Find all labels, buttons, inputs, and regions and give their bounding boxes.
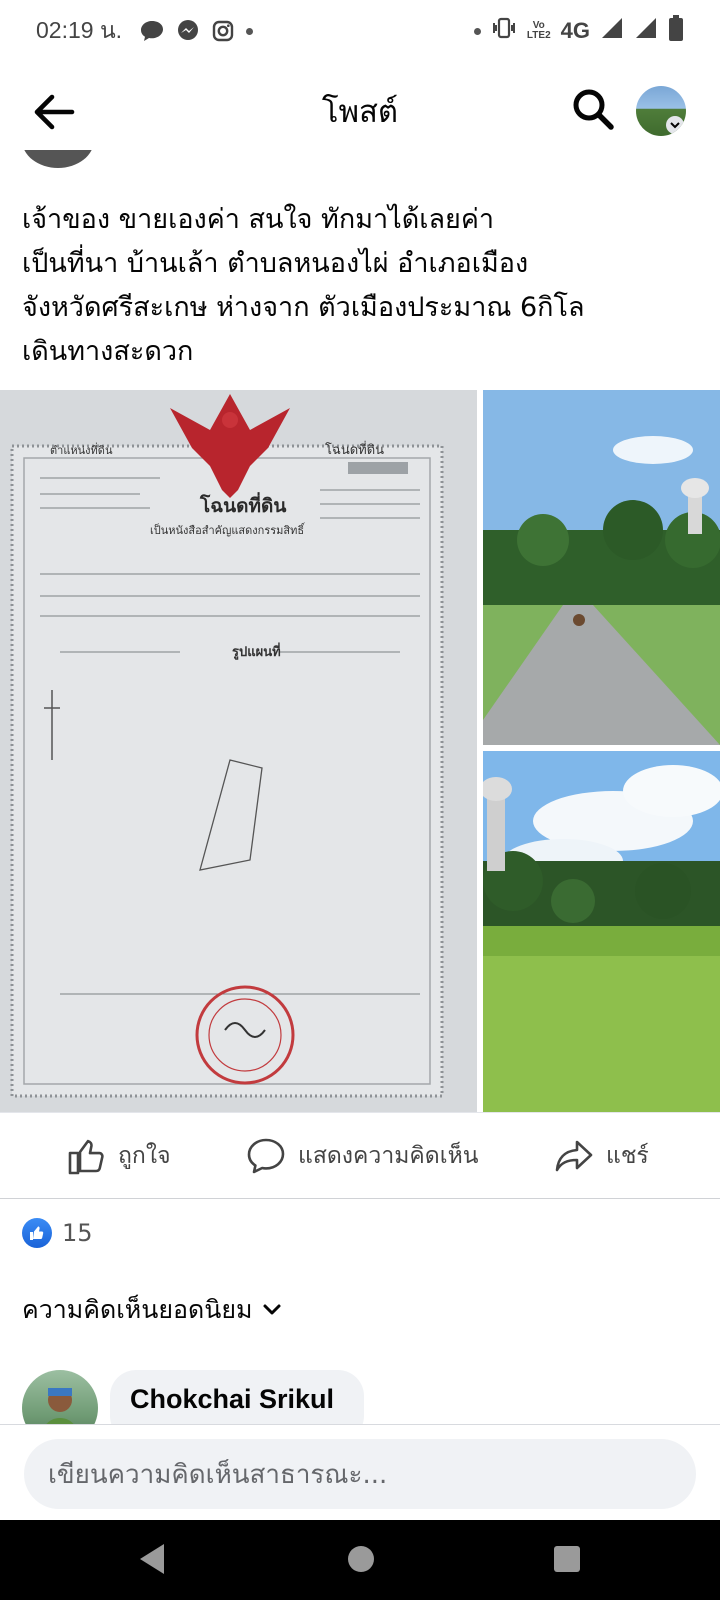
deed-title: โฉนดที่ดิน	[199, 492, 286, 517]
deed-subtitle: เป็นหนังสือสำคัญแสดงกรรมสิทธิ์	[150, 522, 306, 537]
like-button[interactable]: ถูกใจ	[66, 1136, 171, 1176]
share-arrow-icon	[555, 1140, 593, 1171]
deed-heading-left: ตำแหน่งที่ดิน	[50, 442, 113, 457]
road-field-image	[483, 390, 720, 745]
network-type: 4G	[560, 18, 590, 43]
post-text-line: จังหวัดศรีสะเกษ ห่างจาก ตัวเมืองประมาณ 6…	[22, 292, 585, 323]
search-button[interactable]	[570, 86, 616, 132]
post-text-line: เป็นที่นา บ้านเล้า ตำบลหนองไผ่ อำเภอเมือ…	[22, 248, 529, 279]
status-bar: 02:19 น. Vo LTE2 4G	[0, 0, 720, 62]
system-navigation-bar	[0, 1520, 720, 1600]
search-icon	[573, 89, 614, 130]
nav-back-button[interactable]	[136, 1542, 168, 1576]
post-text: เจ้าของ ขายเองค่า สนใจ ทักมาได้เลยค่า เป…	[22, 198, 702, 374]
photo-land-deed[interactable]: ตำแหน่งที่ดิน โฉนดที่ดิน โฉนดที่ดิน เป็น…	[0, 390, 477, 1112]
vibrate-icon	[491, 17, 517, 45]
deed-heading-right: โฉนดที่ดิน	[325, 441, 384, 458]
post-author-strip	[0, 150, 720, 168]
messenger-icon	[176, 19, 200, 43]
post-photos: ตำแหน่งที่ดิน โฉนดที่ดิน โฉนดที่ดิน เป็น…	[0, 390, 720, 1112]
comment-sort-dropdown[interactable]: ความคิดเห็นยอดนิยม	[22, 1290, 282, 1330]
comment-input[interactable]: เขียนความคิดเห็นสาธารณะ...	[24, 1439, 696, 1509]
dot-icon	[473, 27, 481, 35]
nav-recents-button[interactable]	[552, 1542, 582, 1576]
divider	[0, 1198, 720, 1199]
like-reaction-icon	[22, 1218, 52, 1248]
rice-field-image	[483, 751, 720, 1112]
comment-sort-label: ความคิดเห็นยอดนิยม	[22, 1295, 253, 1324]
post-text-line: เจ้าของ ขายเองค่า สนใจ ทักมาได้เลยค่า	[22, 204, 495, 235]
comment-composer-bar: เขียนความคิดเห็นสาธารณะ...	[0, 1424, 720, 1520]
reaction-summary[interactable]: 15	[22, 1218, 93, 1248]
share-button[interactable]: แชร์	[554, 1136, 649, 1176]
signal-icon	[600, 17, 624, 45]
volte-icon: Vo LTE2	[526, 20, 551, 41]
photo-road-field[interactable]	[483, 390, 720, 745]
chevron-down-icon	[666, 116, 684, 134]
battery-icon	[668, 15, 684, 47]
instagram-icon	[212, 20, 234, 42]
share-label: แชร์	[606, 1142, 649, 1169]
back-button[interactable]	[30, 88, 78, 136]
post-text-line: เดินทางสะดวก	[22, 336, 194, 367]
comment-label: แสดงความคิดเห็น	[298, 1142, 479, 1169]
land-deed-image: ตำแหน่งที่ดิน โฉนดที่ดิน โฉนดที่ดิน เป็น…	[0, 390, 477, 1112]
signal-icon	[634, 17, 658, 45]
comment-button[interactable]: แสดงความคิดเห็น	[246, 1136, 478, 1176]
deed-map-label: รูปแผนที่	[232, 642, 281, 660]
reaction-count: 15	[62, 1219, 93, 1247]
post-header: โพสต์	[0, 62, 720, 160]
status-time: 02:19 น.	[36, 17, 123, 43]
thumbs-up-icon	[68, 1139, 104, 1174]
comment-bubble-icon	[247, 1138, 285, 1173]
profile-menu-button[interactable]	[636, 86, 686, 136]
comment-author[interactable]: Chokchai Srikul	[130, 1384, 344, 1415]
nav-home-button[interactable]	[346, 1542, 376, 1576]
like-label: ถูกใจ	[118, 1142, 171, 1169]
chat-bubble-icon	[140, 20, 164, 42]
post-action-bar: ถูกใจ แสดงความคิดเห็น แชร์	[0, 1112, 720, 1198]
photo-rice-field[interactable]	[483, 751, 720, 1112]
avatar	[22, 150, 94, 168]
dot-icon	[246, 27, 254, 35]
chevron-down-icon	[263, 1304, 281, 1315]
arrow-left-icon	[34, 94, 75, 130]
